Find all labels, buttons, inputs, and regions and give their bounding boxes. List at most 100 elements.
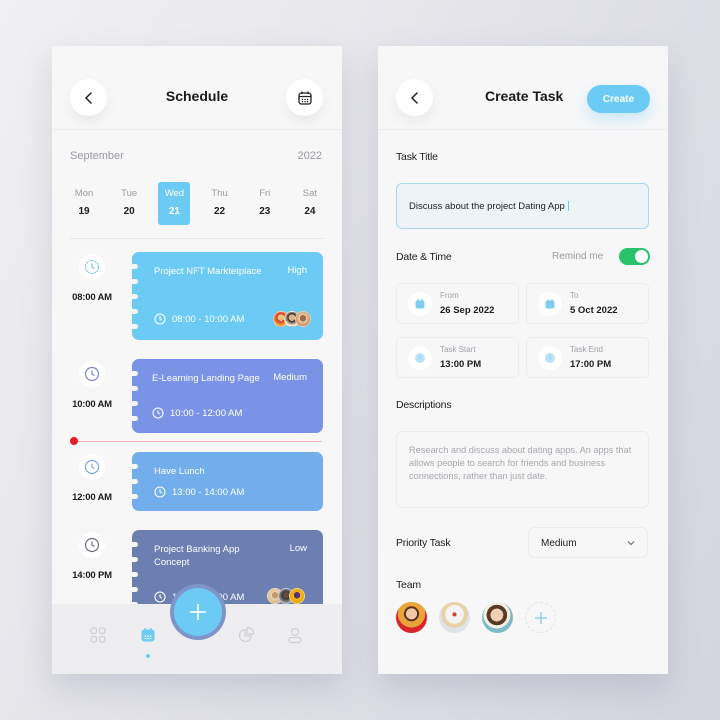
day-name: Tue: [121, 188, 138, 199]
calendar-button[interactable]: [286, 79, 323, 116]
year-label: 2022: [297, 150, 322, 162]
date-time-label: Date & Time: [396, 251, 452, 263]
current-time-dot: [70, 437, 78, 445]
team-avatar[interactable]: [396, 602, 427, 633]
task-title-value: Discuss about the project Dating App: [409, 201, 565, 212]
day-name: Mon: [74, 188, 94, 199]
task-end-value: 17:00 PM: [570, 359, 612, 370]
day-fri[interactable]: Fri 23: [249, 182, 281, 225]
clock-icon: [408, 346, 432, 370]
nav-profile[interactable]: [286, 626, 304, 644]
task-priority: High: [287, 265, 307, 276]
time-label: 12:00 AM: [72, 492, 112, 503]
page-title: Create Task: [485, 88, 564, 104]
time-label: 14:00 PM: [72, 570, 112, 581]
task-card[interactable]: Project NFT Marktetplace High 08:00 - 10…: [129, 252, 323, 340]
month-year-row: September 2022: [70, 150, 322, 162]
clock-icon: [79, 532, 105, 558]
calendar-icon: [408, 292, 432, 316]
user-icon: [288, 627, 302, 644]
day-sat[interactable]: Sat 24: [294, 182, 326, 225]
nav-dashboard[interactable]: [89, 626, 107, 644]
team-avatar[interactable]: [439, 602, 470, 633]
remind-me-label: Remind me: [552, 251, 604, 262]
task-time-label: 10:00 - 12:00 AM: [170, 407, 243, 419]
day-date: 24: [304, 206, 316, 217]
time-label: 08:00 AM: [72, 292, 112, 303]
task-time: 10:00 - 12:00 AM: [152, 407, 242, 419]
day-date: 20: [123, 206, 135, 217]
avatar: [289, 588, 305, 604]
task-time: 08:00 - 10:00 AM: [154, 313, 244, 325]
day-date: 19: [78, 206, 90, 217]
task-title-input[interactable]: Discuss about the project Dating App: [396, 183, 649, 229]
descriptions-textarea[interactable]: Research and discuss about dating apps. …: [396, 431, 649, 508]
day-date: 23: [259, 206, 271, 217]
time-slot: 10:00 AM: [66, 361, 118, 410]
task-time-label: 13:00 - 14:00 AM: [172, 486, 245, 498]
from-date-field[interactable]: From 26 Sep 2022: [396, 283, 519, 324]
grid-icon: [90, 627, 106, 643]
clock-icon: [154, 591, 166, 603]
binder-notches: [129, 542, 138, 607]
toggle-knob: [635, 250, 648, 263]
priority-select[interactable]: Medium: [528, 527, 648, 558]
schedule-screen: Schedule September 2022 Mon 19 Tue 20 Wed 2…: [52, 46, 342, 674]
clock-icon: [79, 254, 105, 280]
clock-icon: [154, 486, 166, 498]
active-indicator: [146, 654, 150, 658]
nav-calendar[interactable]: [139, 626, 157, 644]
chevron-left-icon: [410, 91, 418, 104]
create-task-header: Create Task Create: [378, 46, 668, 130]
task-priority: Medium: [273, 372, 307, 383]
schedule-header: Schedule: [52, 46, 342, 130]
from-value: 26 Sep 2022: [440, 305, 495, 316]
day-thu[interactable]: Thu 22: [204, 182, 236, 225]
day-mon[interactable]: Mon 19: [68, 182, 100, 225]
task-card[interactable]: E-Learning Landing Page Medium 10:00 - 1…: [129, 359, 323, 433]
calendar-icon: [538, 292, 562, 316]
task-start-value: 13:00 PM: [440, 359, 482, 370]
descriptions-label: Descriptions: [396, 399, 452, 411]
day-name: Thu: [211, 188, 228, 199]
clock-icon: [154, 313, 166, 325]
fab: [174, 588, 222, 636]
clock-icon: [79, 454, 105, 480]
day-date: 21: [168, 206, 180, 217]
binder-notches: [129, 264, 138, 329]
to-value: 5 Oct 2022: [570, 305, 618, 316]
time-label: 10:00 AM: [72, 399, 112, 410]
task-title: Have Lunch: [154, 466, 205, 477]
team-avatar[interactable]: [482, 602, 513, 633]
priority-label: Priority Task: [396, 537, 451, 549]
binder-notches: [129, 464, 138, 499]
clock-icon: [538, 346, 562, 370]
create-task-screen: Create Task Create Task Title Discuss ab…: [378, 46, 668, 674]
time-slot: 14:00 PM: [66, 532, 118, 581]
week-days: Mon 19 Tue 20 Wed 21 Thu 22 Fri 23 Sat 24: [68, 182, 326, 225]
day-name: Wed: [164, 188, 185, 199]
clock-icon: [79, 361, 105, 387]
back-button[interactable]: [396, 79, 433, 116]
day-wed-selected[interactable]: Wed 21: [158, 182, 191, 225]
divider: [70, 238, 324, 239]
remind-me-toggle[interactable]: [619, 248, 650, 265]
month-label: September: [70, 150, 124, 162]
assignee-avatars: [273, 311, 311, 327]
nav-stats[interactable]: [237, 626, 255, 644]
clock-icon: [152, 407, 164, 419]
task-time-label: 08:00 - 10:00 AM: [172, 313, 245, 325]
from-label: From: [440, 291, 459, 300]
add-task-button[interactable]: [170, 584, 226, 640]
task-end-field[interactable]: Task End 17:00 PM: [526, 337, 649, 378]
task-card[interactable]: Have Lunch 13:00 - 14:00 AM: [129, 452, 323, 511]
plus-icon: [190, 604, 206, 620]
day-tue[interactable]: Tue 20: [113, 182, 145, 225]
task-start-label: Task Start: [440, 345, 476, 354]
task-start-field[interactable]: Task Start 13:00 PM: [396, 337, 519, 378]
create-button[interactable]: Create: [587, 85, 650, 113]
avatar: [295, 311, 311, 327]
calendar-icon: [297, 91, 312, 105]
add-team-member-button[interactable]: [525, 602, 556, 633]
to-date-field[interactable]: To 5 Oct 2022: [526, 283, 649, 324]
